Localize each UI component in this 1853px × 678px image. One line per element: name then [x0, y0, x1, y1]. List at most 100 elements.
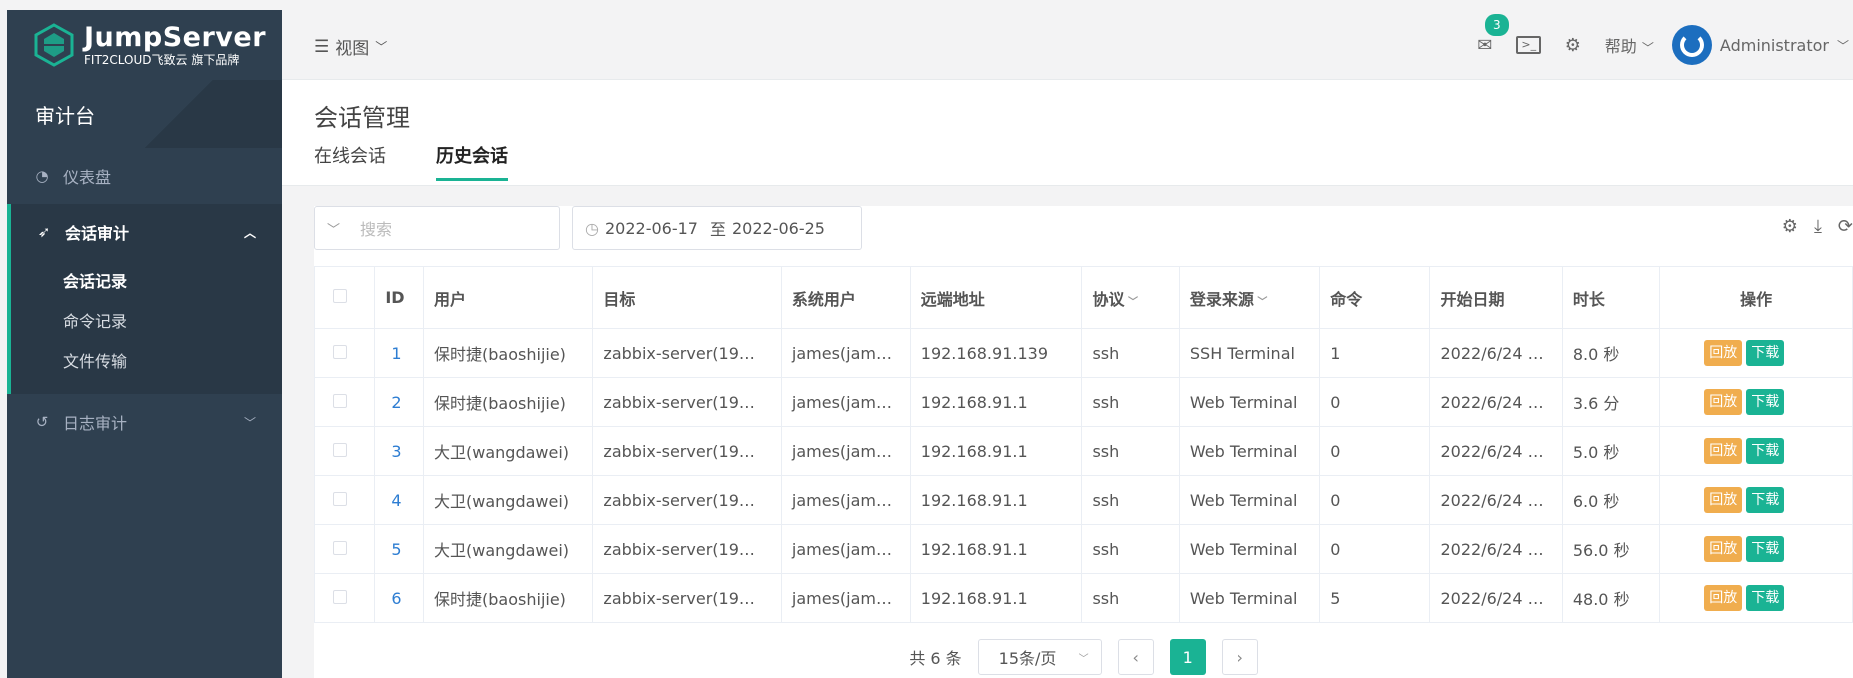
next-page-button[interactable]: ›	[1221, 639, 1258, 675]
cell-actions: 回放 下载	[1659, 475, 1853, 525]
prev-page-button[interactable]: ‹	[1117, 639, 1154, 675]
settings-button[interactable]: ⚙	[1551, 10, 1595, 80]
replay-button[interactable]: 回放	[1704, 438, 1743, 464]
row-checkbox[interactable]	[333, 491, 347, 506]
cell-commands: 1	[1319, 328, 1431, 378]
terminal-button[interactable]: >_	[1507, 10, 1551, 80]
date-to: 2022-06-25	[731, 218, 825, 238]
cell-target: zabbix-server(19…	[592, 475, 782, 525]
cell-id[interactable]: 5	[374, 524, 425, 574]
row-checkbox-cell	[313, 524, 376, 574]
chevron-up-icon: ︿	[243, 225, 256, 240]
cell-start-date: 2022/6/24 …	[1429, 377, 1563, 427]
date-range-picker[interactable]: ◷ 2022-06-17 至 2022-06-25	[572, 206, 862, 250]
cell-start-date: 2022/6/24 …	[1429, 524, 1563, 574]
table-row: 4 大卫(wangdawei) zabbix-server(19… james(jam…	[313, 475, 1853, 525]
select-all-checkbox[interactable]	[333, 289, 347, 303]
cell-id[interactable]: 2	[374, 377, 425, 427]
column-header-start-date[interactable]: 开始日期	[1429, 266, 1563, 329]
avatar	[1671, 25, 1712, 65]
cell-id[interactable]: 4	[374, 475, 425, 525]
sidebar-item-session-audit[interactable]: ➶ 会话审计 ︿	[7, 204, 282, 260]
export-download-icon[interactable]: ⤓	[1814, 216, 1822, 237]
column-header-id[interactable]: ID	[374, 266, 425, 329]
brand[interactable]: JumpServer FIT2CLOUD飞致云 旗下品牌	[7, 10, 282, 80]
sidebar-item-label: 会话审计	[65, 224, 130, 243]
page-head: 会话管理 在线会话 历史会话	[282, 80, 1853, 186]
sidebar-item-session-records[interactable]: 会话记录	[11, 262, 282, 302]
replay-button[interactable]: 回放	[1704, 487, 1743, 513]
column-header-target[interactable]: 目标	[592, 266, 782, 329]
download-button[interactable]: 下载	[1746, 487, 1785, 513]
page-number-current[interactable]: 1	[1169, 639, 1206, 675]
replay-button[interactable]: 回放	[1704, 585, 1743, 611]
replay-button[interactable]: 回放	[1704, 340, 1743, 366]
table-row: 6 保时捷(baoshijie) zabbix-server(19… james(ja…	[313, 573, 1853, 623]
download-button[interactable]: 下载	[1746, 389, 1785, 415]
chevron-down-icon: ﹀	[327, 222, 341, 238]
sidebar-item-command-records[interactable]: 命令记录	[11, 302, 282, 342]
cell-duration: 6.0 秒	[1561, 475, 1661, 525]
download-button[interactable]: 下载	[1746, 438, 1785, 464]
chevron-down-icon: ﹀	[375, 40, 388, 54]
cell-system-user: james(jam…	[780, 524, 911, 574]
replay-button[interactable]: 回放	[1704, 536, 1743, 562]
chevron-down-icon: ﹀	[243, 415, 256, 430]
column-header-user[interactable]: 用户	[423, 266, 594, 329]
cell-target: zabbix-server(19…	[592, 426, 782, 476]
sidebar-item-label: 仪表盘	[63, 168, 112, 187]
replay-button[interactable]: 回放	[1704, 389, 1743, 415]
cell-id[interactable]: 1	[374, 328, 425, 378]
cell-actions: 回放 下载	[1659, 426, 1853, 476]
cell-commands: 5	[1319, 573, 1431, 623]
chevron-right-icon: ›	[1236, 647, 1243, 667]
column-header-commands[interactable]: 命令	[1319, 266, 1431, 329]
sidebar-item-file-transfer[interactable]: 文件传输	[11, 342, 282, 382]
row-checkbox[interactable]	[333, 540, 347, 555]
download-button[interactable]: 下载	[1746, 585, 1785, 611]
sidebar-item-dashboard[interactable]: ◔ 仪表盘	[7, 148, 282, 204]
row-checkbox[interactable]	[333, 344, 347, 359]
search-placeholder: 搜索	[360, 220, 393, 239]
tab-history-sessions[interactable]: 历史会话	[436, 142, 508, 181]
column-header-protocol[interactable]: 协议 ﹀	[1081, 266, 1180, 329]
cell-id[interactable]: 6	[374, 573, 425, 623]
column-header-duration[interactable]: 时长	[1561, 266, 1661, 329]
cell-system-user: james(jam…	[780, 377, 911, 427]
download-button[interactable]: 下载	[1746, 536, 1785, 562]
page-size-select[interactable]: 15条/页 ﹀	[977, 639, 1102, 675]
cell-login-source: Web Terminal	[1178, 475, 1321, 525]
chevron-down-icon: ﹀	[1836, 38, 1849, 53]
table-settings-icon[interactable]: ⚙	[1782, 216, 1798, 237]
column-header-login-source[interactable]: 登录来源 ﹀	[1178, 266, 1321, 329]
download-button[interactable]: 下载	[1746, 340, 1785, 366]
cell-start-date: 2022/6/24 …	[1429, 328, 1563, 378]
clock-icon: ◷	[585, 218, 599, 238]
table-row: 1 保时捷(baoshijie) zabbix-server(19… james(ja…	[313, 328, 1853, 378]
sidebar-item-log-audit[interactable]: ↺ 日志审计 ﹀	[7, 394, 282, 450]
help-menu[interactable]: 帮助 ﹀	[1595, 33, 1672, 57]
column-header-system-user[interactable]: 系统用户	[780, 266, 911, 329]
refresh-icon[interactable]: ⟳	[1838, 216, 1853, 237]
user-menu[interactable]: Administrator ﹀	[1671, 25, 1853, 65]
cell-target: zabbix-server(19…	[592, 328, 782, 378]
row-checkbox-cell	[313, 573, 376, 623]
cell-actions: 回放 下载	[1659, 524, 1853, 574]
column-header-remote-addr[interactable]: 远端地址	[909, 266, 1083, 329]
rocket-icon: ➶	[37, 223, 51, 241]
row-checkbox[interactable]	[333, 393, 347, 408]
search-input[interactable]: ﹀ 搜索	[314, 206, 560, 250]
table-header-row: ID 用户 目标 系统用户 远端地址 协议 ﹀ 登录来源 ﹀ 命令 开始日期 时…	[313, 266, 1853, 329]
tab-online-sessions[interactable]: 在线会话	[314, 142, 386, 181]
cell-login-source: Web Terminal	[1178, 426, 1321, 476]
notifications-button[interactable]: ✉ 3	[1463, 10, 1509, 80]
cell-remote-addr: 192.168.91.1	[909, 377, 1083, 427]
view-menu-button[interactable]: ☰ 视图 ﹀	[314, 34, 388, 60]
cell-id[interactable]: 3	[374, 426, 425, 476]
sidebar: JumpServer FIT2CLOUD飞致云 旗下品牌 审计台 ◔ 仪表盘 ➶…	[7, 10, 282, 678]
row-checkbox[interactable]	[333, 589, 347, 604]
cell-actions: 回放 下载	[1659, 328, 1853, 378]
row-checkbox[interactable]	[333, 442, 347, 457]
cell-start-date: 2022/6/24 …	[1429, 426, 1563, 476]
pagination: 共 6 条 15条/页 ﹀ ‹ 1 ›	[314, 636, 1853, 678]
